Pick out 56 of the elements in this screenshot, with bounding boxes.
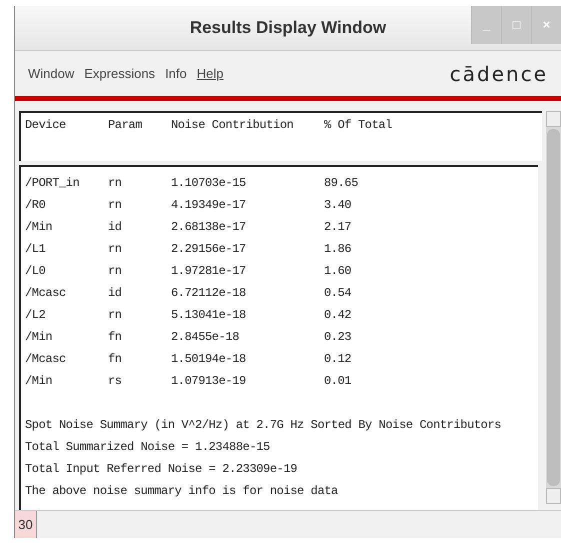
table-cell-text: 0.12: [324, 351, 352, 368]
menu-item[interactable]: Info: [165, 64, 187, 84]
table-cell-text: 0.54: [324, 285, 352, 302]
table-cell-text: 1.86: [324, 241, 352, 258]
table-cell-text: fn: [108, 329, 123, 346]
table-cell-text: /Min: [25, 329, 54, 346]
menu-item[interactable]: Expressions: [84, 64, 156, 84]
table-cell-text: 1.97281e-17: [171, 263, 247, 280]
table-cell-text: 0.01: [324, 373, 352, 390]
table-cell-text: rn: [108, 175, 123, 192]
table-cell-text: 89.65: [324, 175, 360, 192]
table-cell-text: rn: [108, 307, 123, 324]
status-line-number: 30: [15, 511, 37, 538]
summary-line: The above noise summary info is for noise data: [25, 483, 339, 500]
table-cell-text: id: [108, 219, 123, 236]
scrollbar[interactable]: [546, 111, 561, 504]
table-cell-text: 1.50194e-18: [171, 351, 247, 368]
table-cell-text: 1.10703e-15: [171, 175, 247, 192]
table-cell-text: rn: [108, 263, 123, 280]
table-cell-text: 5.13041e-18: [171, 307, 247, 324]
table-cell-text: /Mcasc: [25, 351, 67, 368]
table-cell-text: 6.72112e-18: [171, 285, 247, 302]
menu-item[interactable]: Help: [196, 64, 224, 84]
logo: cādence: [450, 60, 548, 88]
table-cell-text: /Min: [25, 219, 54, 236]
table-cell-text: /PORT_in: [25, 175, 80, 192]
table-cell-text: 1.60: [324, 263, 352, 280]
table-cell-text: /R0: [25, 197, 46, 214]
column-header: % Of Total: [324, 117, 394, 134]
table-cell-text: 2.8455e-18: [171, 329, 240, 346]
table-cell-text: /Mcasc: [25, 285, 67, 302]
column-header: Noise Contribution: [171, 117, 294, 134]
table-cell-text: /L2: [25, 307, 46, 324]
column-header: Param: [108, 117, 144, 134]
window-title: Results Display Window: [190, 17, 386, 40]
table-cell-text: 4.19349e-17: [171, 197, 247, 214]
summary-line: Total Summarized Noise = 1.23488e-15: [25, 439, 271, 456]
table-cell-text: fn: [108, 351, 123, 368]
table-cell-text: /L0: [25, 263, 46, 280]
table-cell-text: 0.23: [324, 329, 352, 346]
table-cell-text: 2.29156e-17: [171, 241, 247, 258]
summary-line: Spot Noise Summary (in V^2/Hz) at 2.7G Hz Sorted By Noise Contributors: [25, 417, 502, 434]
table-cell-text: 2.68138e-17: [171, 219, 247, 236]
summary-line: Total Input Referred Noise = 2.23309e-19: [25, 461, 298, 478]
table-cell-text: /L1: [25, 241, 46, 258]
table-cell-text: 0.42: [324, 307, 352, 324]
menu-item[interactable]: Window: [28, 64, 74, 84]
table-cell-text: 1.07913e-19: [171, 373, 247, 390]
table-cell-text: rn: [108, 197, 123, 214]
table-cell-text: 3.40: [324, 197, 352, 214]
table-cell-text: rn: [108, 241, 123, 258]
column-header: Device: [25, 117, 67, 134]
table-cell-text: id: [108, 285, 123, 302]
table-cell-text: rs: [108, 373, 123, 390]
table-cell-text: 2.17: [324, 219, 352, 236]
table-cell-text: /Min: [25, 373, 54, 390]
